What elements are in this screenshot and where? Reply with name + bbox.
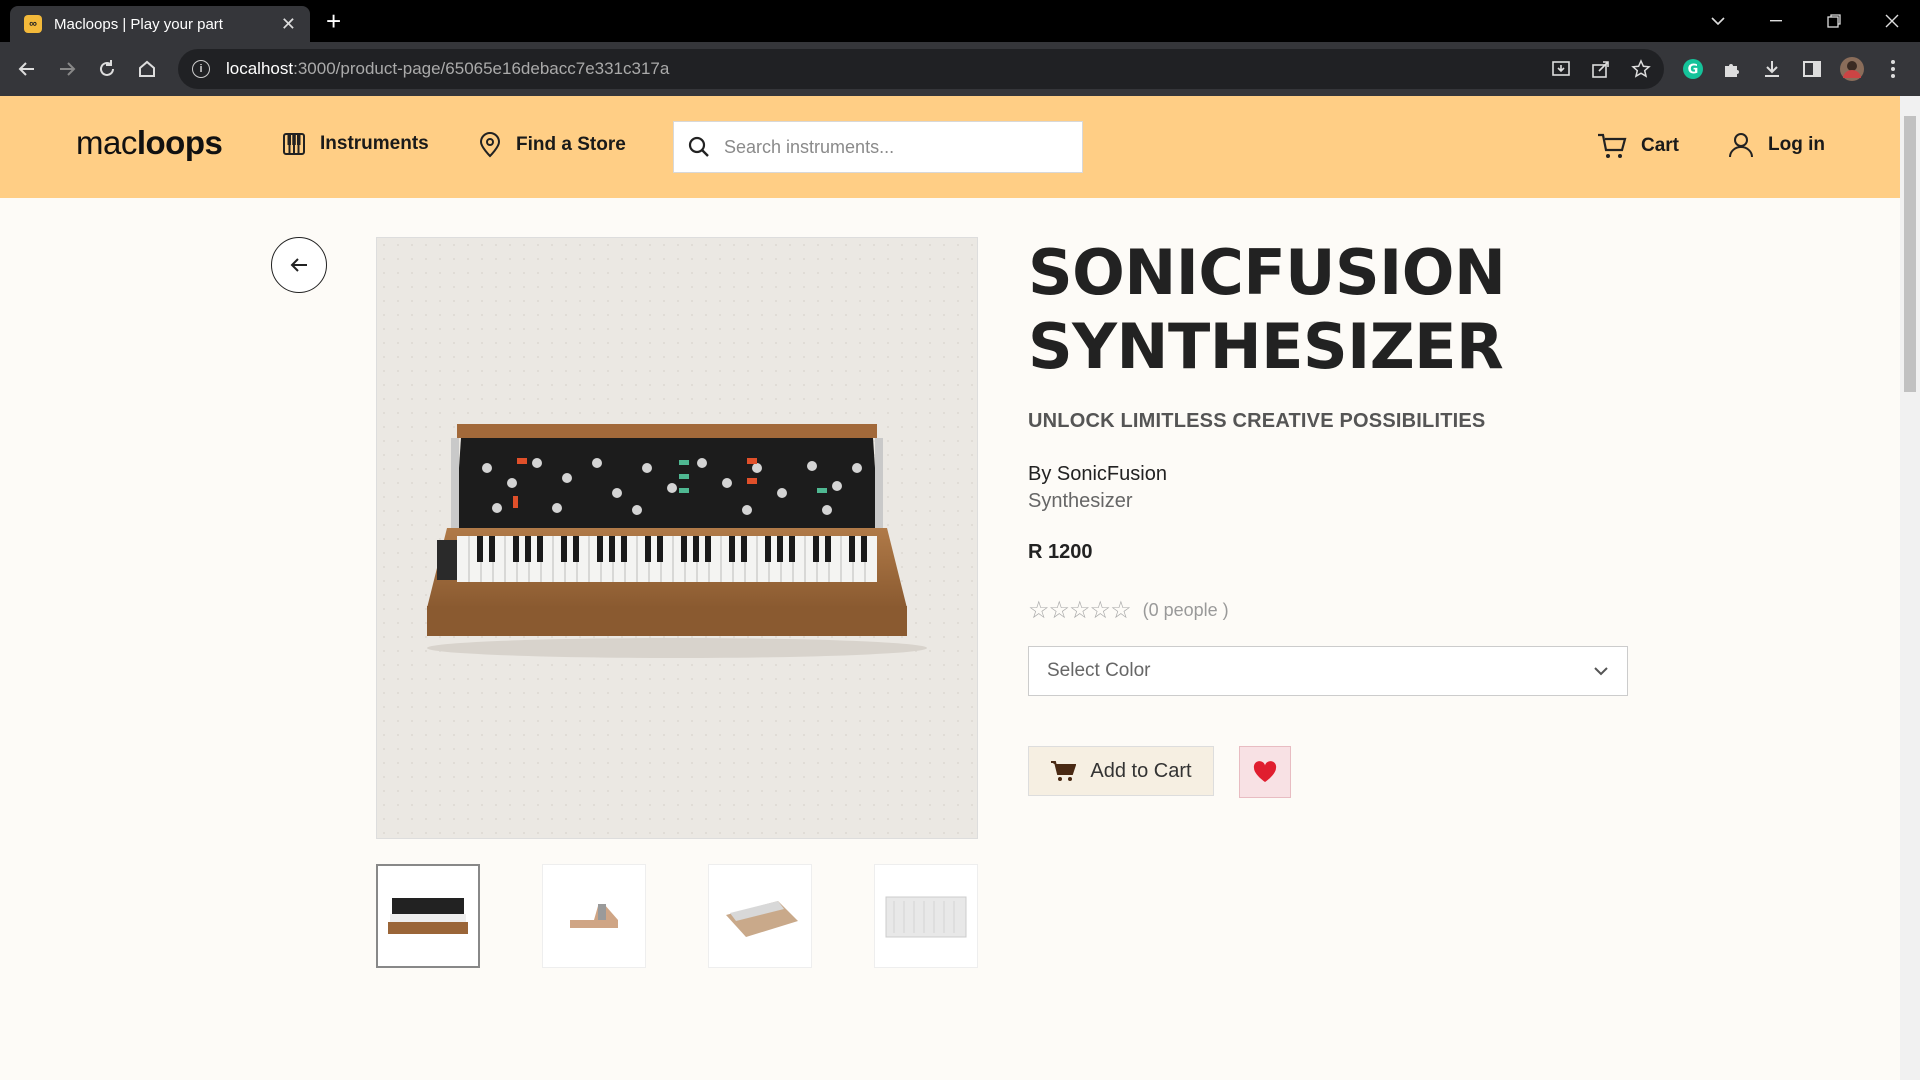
site-info-icon[interactable]: i <box>192 60 210 78</box>
product-rating: ☆☆☆☆☆ (0 people ) <box>1028 596 1229 625</box>
arrow-left-icon <box>290 258 307 272</box>
product-main-image <box>376 237 978 839</box>
synth-side-thumb-image <box>570 904 618 928</box>
scrollbar-thumb[interactable] <box>1904 116 1916 392</box>
side-panel-icon[interactable] <box>1799 56 1825 82</box>
extensions-puzzle-icon[interactable] <box>1719 56 1745 82</box>
downloads-icon[interactable] <box>1759 56 1785 82</box>
piano-keys-icon <box>283 133 305 155</box>
rating-count: (0 people ) <box>1142 600 1229 620</box>
site-header: macloops Instruments Find a Store Cart L… <box>0 96 1900 198</box>
install-app-icon[interactable] <box>1548 56 1574 82</box>
synth-back-thumb-image <box>885 896 967 938</box>
chevron-down-icon <box>1594 667 1608 676</box>
rating-stars-icon[interactable]: ☆☆☆☆☆ <box>1028 596 1132 625</box>
nav-instruments-label: Instruments <box>320 133 429 154</box>
login-link[interactable]: Log in <box>1728 132 1825 158</box>
forward-nav-icon[interactable] <box>52 54 82 84</box>
wishlist-button[interactable] <box>1239 746 1291 798</box>
thumbnail-2[interactable] <box>542 864 646 968</box>
restore-icon[interactable] <box>1806 0 1862 42</box>
color-select-value: Select Color <box>1047 660 1151 681</box>
synthesizer-image <box>427 424 927 658</box>
site-favicon-icon: ∞ <box>24 15 42 33</box>
synth-angled-thumb-image <box>726 901 798 937</box>
tab-close-icon[interactable]: ✕ <box>281 14 296 35</box>
synth-front-thumb-image <box>388 898 468 934</box>
product-title: SONICFUSION SYNTHESIZER <box>1028 236 1628 384</box>
thumbnail-3[interactable] <box>708 864 812 968</box>
url-host: localhost <box>226 59 294 78</box>
profile-avatar-icon[interactable] <box>1839 56 1865 82</box>
product-tagline: UNLOCK LIMITLESS CREATIVE POSSIBILITIES <box>1028 410 1486 432</box>
tab-title: Macloops | Play your part <box>54 15 223 33</box>
browser-tab-bar: ∞ Macloops | Play your part ✕ + <box>0 0 1920 42</box>
cart-icon <box>1598 133 1627 158</box>
new-tab-icon[interactable]: + <box>326 8 341 34</box>
svg-text:G: G <box>1688 63 1699 78</box>
nav-find-store-label: Find a Store <box>516 134 626 155</box>
minimize-icon[interactable] <box>1748 0 1804 42</box>
search-icon <box>688 136 709 157</box>
add-to-cart-label: Add to Cart <box>1090 759 1192 782</box>
color-select-dropdown[interactable]: Select Color <box>1028 646 1628 696</box>
add-to-cart-button[interactable]: Add to Cart <box>1028 746 1214 796</box>
browser-tab[interactable]: ∞ Macloops | Play your part ✕ <box>10 6 310 42</box>
close-window-icon[interactable] <box>1864 0 1920 42</box>
share-icon[interactable] <box>1588 56 1614 82</box>
cart-label: Cart <box>1641 135 1680 156</box>
browser-menu-icon[interactable] <box>1880 56 1906 82</box>
page-scrollbar[interactable] <box>1900 96 1920 1080</box>
location-pin-icon <box>479 132 501 158</box>
reload-icon[interactable] <box>92 54 122 84</box>
login-label: Log in <box>1768 134 1825 155</box>
product-title-line1: SONICFUSION <box>1028 236 1506 309</box>
bookmark-star-icon[interactable] <box>1628 56 1654 82</box>
product-title-line2: SYNTHESIZER <box>1028 310 1504 383</box>
user-icon <box>1729 133 1753 158</box>
product-brand: By SonicFusion <box>1028 463 1167 485</box>
logo-suffix: loops <box>136 124 223 161</box>
macloops-logo[interactable]: macloops <box>76 124 223 162</box>
back-nav-icon[interactable] <box>12 54 42 84</box>
back-button[interactable] <box>271 237 327 293</box>
product-category: Synthesizer <box>1028 490 1133 512</box>
nav-find-store[interactable]: Find a Store <box>478 132 626 158</box>
logo-prefix: mac <box>76 124 137 161</box>
tab-search-icon[interactable] <box>1690 0 1746 42</box>
cart-link[interactable]: Cart <box>1597 132 1679 160</box>
browser-toolbar: i localhost:3000/product-page/65065e16de… <box>0 42 1920 96</box>
url-path: :3000/product-page/65065e16debacc7e331c3… <box>293 59 670 78</box>
cart-icon <box>1051 761 1077 781</box>
thumbnail-1[interactable] <box>376 864 480 968</box>
grammarly-extension-icon[interactable]: G <box>1680 56 1706 82</box>
search-bar <box>673 121 1083 173</box>
product-thumbnails <box>376 864 978 968</box>
nav-instruments[interactable]: Instruments <box>282 132 429 156</box>
address-bar[interactable]: i localhost:3000/product-page/65065e16de… <box>178 49 1664 89</box>
heart-icon <box>1253 761 1277 782</box>
home-icon[interactable] <box>132 54 162 84</box>
search-input[interactable] <box>724 136 1064 158</box>
thumbnail-4[interactable] <box>874 864 978 968</box>
product-price: R 1200 <box>1028 541 1093 563</box>
